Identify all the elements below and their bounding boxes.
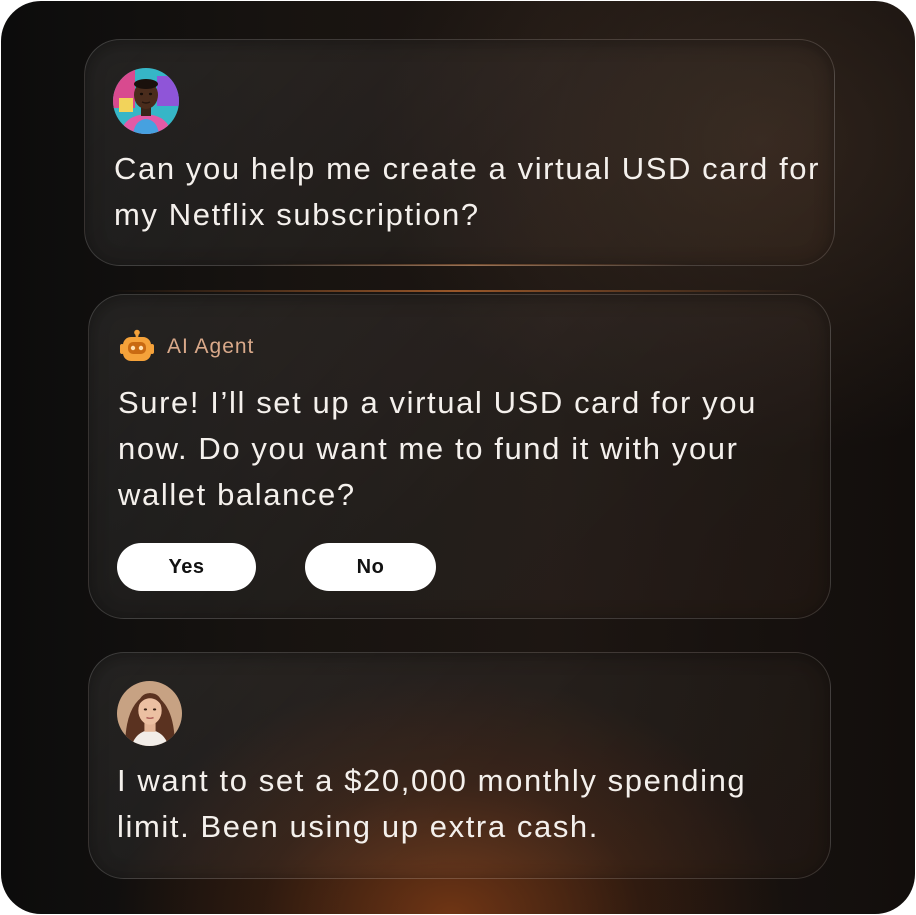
yes-button[interactable]: Yes [117,543,256,591]
agent-name-label: AI Agent [167,335,255,358]
agent-header: AI Agent [119,327,254,367]
agent-message-card: AI Agent Sure! I’ll set up a virtual USD… [88,294,831,619]
message-text: Can you help me create a virtual USD car… [114,151,821,232]
message-text: I want to set a $20,000 monthly spending… [117,763,747,844]
user-message-card: I want to set a $20,000 monthly spending… [88,652,831,879]
woman-avatar-icon[interactable] [117,681,182,746]
user-message-card: Can you help me create a virtual USD car… [84,39,835,266]
glow-divider-top [111,290,801,292]
no-button[interactable]: No [305,543,436,591]
man-avatar-icon[interactable] [113,68,179,134]
message-text: Sure! I’ll set up a virtual USD card for… [118,385,757,512]
chat-panel: Can you help me create a virtual USD car… [1,1,915,914]
robot-icon [120,329,154,361]
